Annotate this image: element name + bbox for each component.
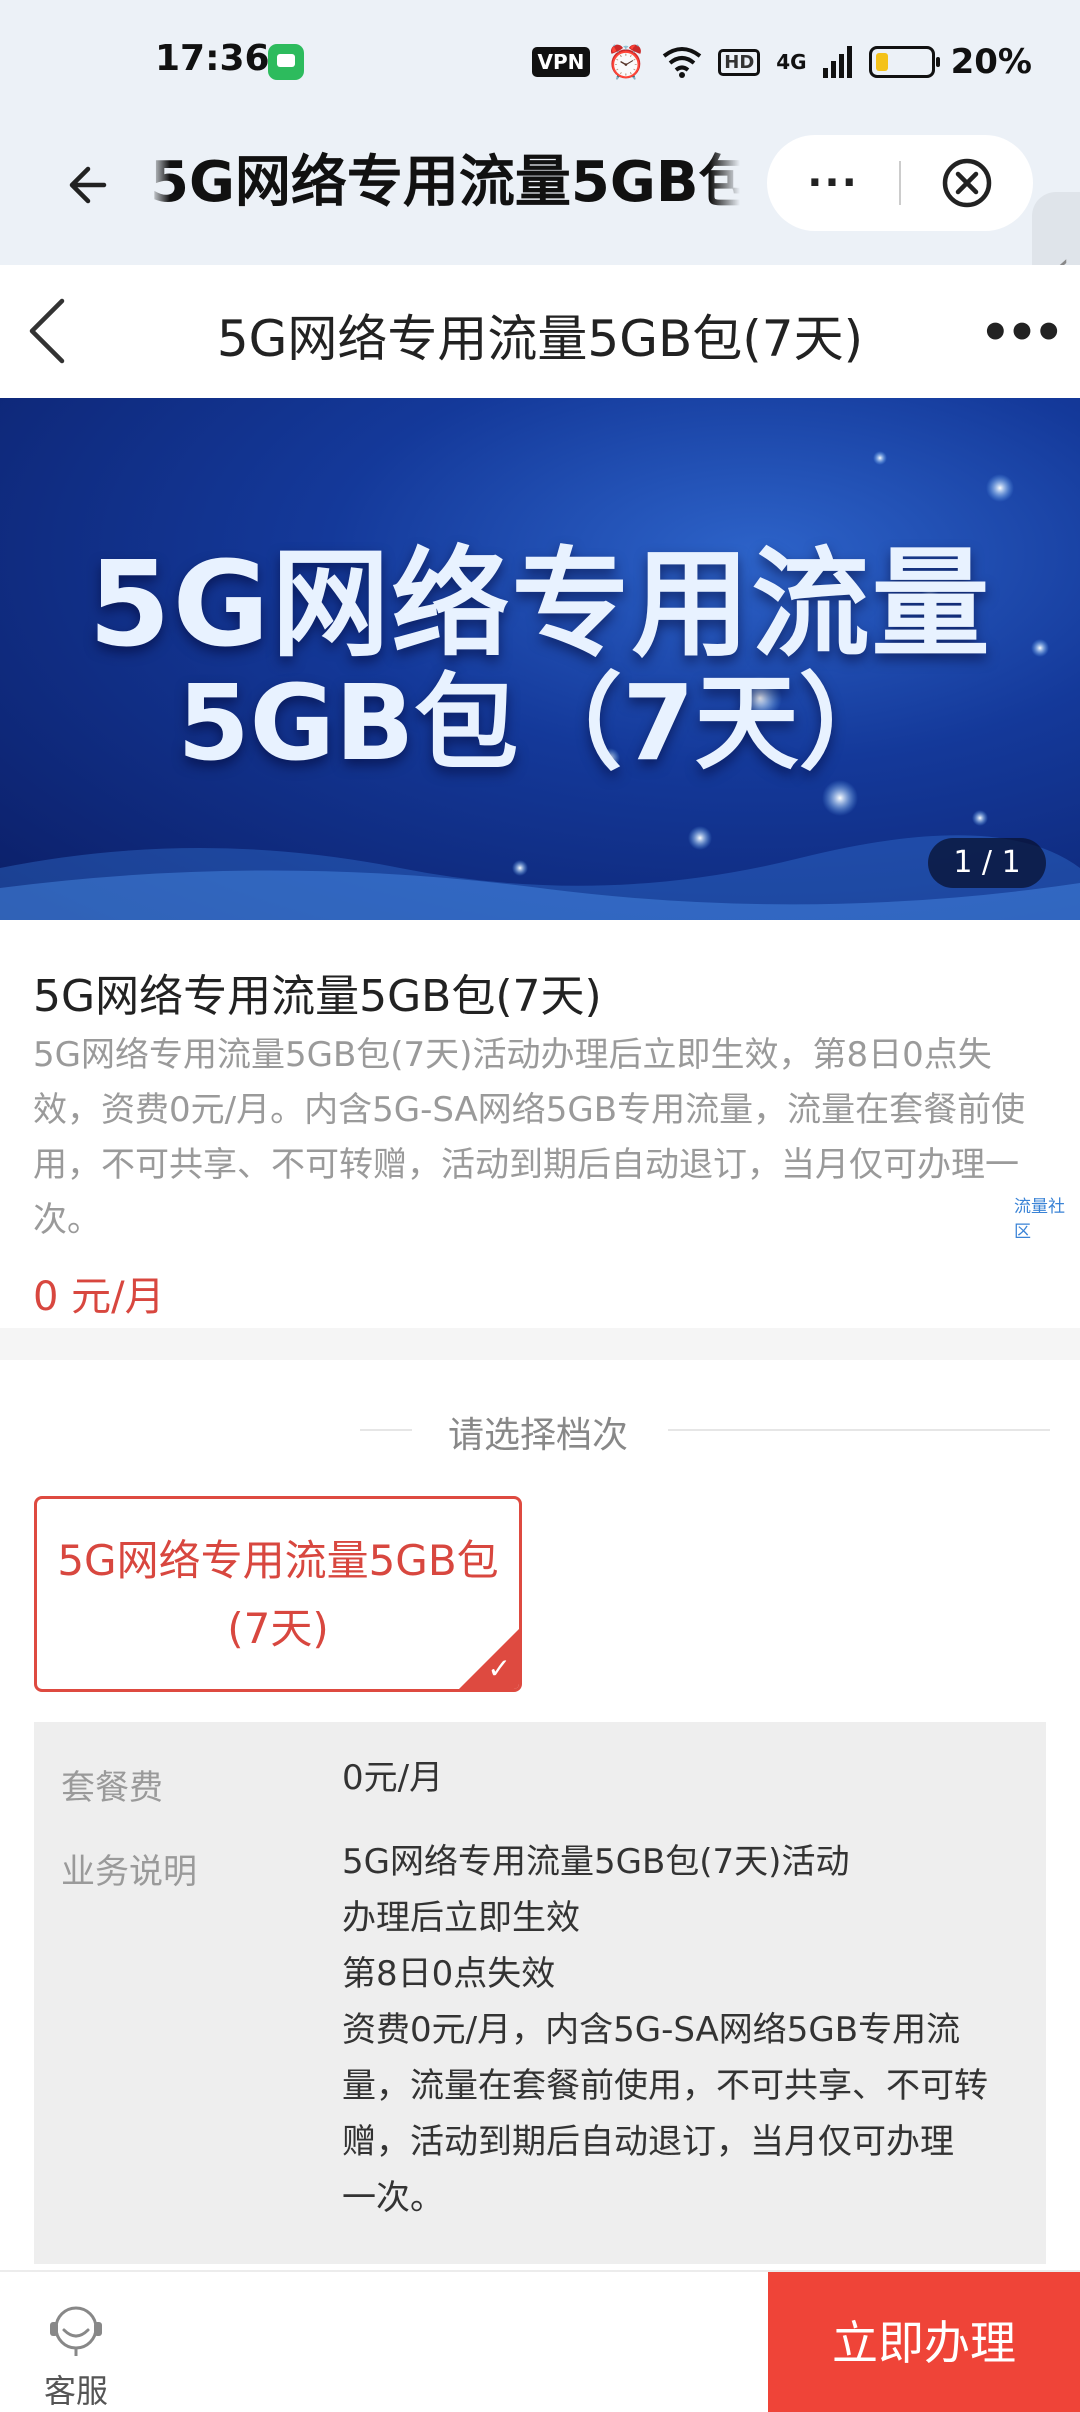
back-arrow-icon[interactable] <box>62 155 122 215</box>
product-title: 5G网络专用流量5GB包(7天) <box>33 971 602 1022</box>
product-info: 5G网络专用流量5GB包(7天) 5G网络专用流量5GB包(7天)活动办理后立即… <box>0 920 1080 1328</box>
status-bar: 17:36 VPN ⏰ HD 4G 20% <box>0 0 1080 125</box>
status-time: 17:36 <box>155 38 270 79</box>
top-area: 17:36 VPN ⏰ HD 4G 20% 5G网络专用流量5GB包 ··· <box>0 0 1080 265</box>
heading-rule-left <box>360 1429 412 1431</box>
banner-subheadline: 5GB包（7天） <box>177 662 903 784</box>
checkmark-icon: ✓ <box>487 1652 511 1685</box>
page-header: 5G网络专用流量5GB包(7天) ••• <box>0 265 1080 397</box>
description-line: 第8日0点失效 <box>342 1954 556 1994</box>
heading-rule-right <box>668 1429 1050 1431</box>
description-line: 赠，活动到期后自动退订，当月仅可办理 <box>342 2122 954 2162</box>
alarm-icon: ⏰ <box>606 43 647 81</box>
product-description: 5G网络专用流量5GB包(7天)活动办理后立即生效，第8日0点失效，资费0元/月… <box>33 1035 1026 1240</box>
customer-service-button[interactable]: 客服 <box>40 2302 112 2412</box>
section-divider <box>0 1328 1080 1360</box>
message-app-icon <box>268 44 304 80</box>
signal-icon <box>822 46 852 78</box>
description-line: 办理后立即生效 <box>342 1898 580 1938</box>
bottom-action-bar: 客服 立即办理 <box>0 2270 1080 2412</box>
miniprogram-title: 5G网络专用流量5GB包(7天) <box>150 150 740 215</box>
fee-label: 套餐费 <box>61 1768 163 1808</box>
description-value: 5G网络专用流量5GB包(7天)活动 办理后立即生效 第8日0点失效 资费0元/… <box>342 1834 1032 2226</box>
product-price: 0 元/月 <box>33 1274 165 1320</box>
wifi-icon <box>663 47 702 78</box>
battery-icon <box>868 46 940 78</box>
status-icons: VPN ⏰ HD 4G 20% <box>531 40 1032 84</box>
community-watermark: 流量社区 <box>1014 1197 1065 1242</box>
capsule-menu: ··· <box>767 135 1033 231</box>
description-line: 一次。 <box>342 2178 444 2218</box>
product-banner[interactable]: 5G网络专用流量 5GB包（7天） 1 / 1 <box>0 398 1080 920</box>
battery-percent: 20% <box>950 42 1032 82</box>
headset-icon <box>50 2306 102 2356</box>
hd-icon: HD <box>718 48 761 76</box>
more-menu-button[interactable]: ··· <box>767 160 899 206</box>
apply-now-button[interactable]: 立即办理 <box>768 2272 1080 2412</box>
tier-option-line2: (7天) <box>227 1604 329 1653</box>
miniprogram-nav-bar: 5G网络专用流量5GB包(7天) ··· <box>0 125 1080 265</box>
tier-option-label: 5G网络专用流量5GB包 (7天) <box>37 1527 519 1663</box>
tier-detail-panel: 套餐费 0元/月 业务说明 5G网络专用流量5GB包(7天)活动 办理后立即生效… <box>34 1722 1046 2264</box>
close-circle-icon <box>942 158 992 208</box>
description-line: 资费0元/月，内含5G-SA网络5GB专用流 <box>342 2010 961 2050</box>
network-type: 4G <box>776 50 807 74</box>
tier-option-selected[interactable]: 5G网络专用流量5GB包 (7天) ✓ <box>34 1496 522 1692</box>
tier-heading: 请选择档次 <box>0 1400 1080 1460</box>
description-line: 5G网络专用流量5GB包(7天)活动 <box>342 1842 850 1882</box>
description-label: 业务说明 <box>61 1852 197 1892</box>
banner-page-counter: 1 / 1 <box>928 838 1046 888</box>
description-line: 量，流量在套餐前使用，不可共享、不可转 <box>342 2066 988 2106</box>
close-miniprogram-button[interactable] <box>901 157 1033 209</box>
page-title: 5G网络专用流量5GB包(7天) <box>216 310 864 368</box>
vpn-icon: VPN <box>531 47 591 77</box>
customer-service-label: 客服 <box>43 2372 108 2410</box>
fee-value: 0元/月 <box>342 1758 444 1798</box>
page-more-button[interactable]: ••• <box>980 305 1064 361</box>
tier-option-line1: 5G网络专用流量5GB包 <box>57 1536 499 1585</box>
tier-heading-text: 请选择档次 <box>448 1415 629 1456</box>
